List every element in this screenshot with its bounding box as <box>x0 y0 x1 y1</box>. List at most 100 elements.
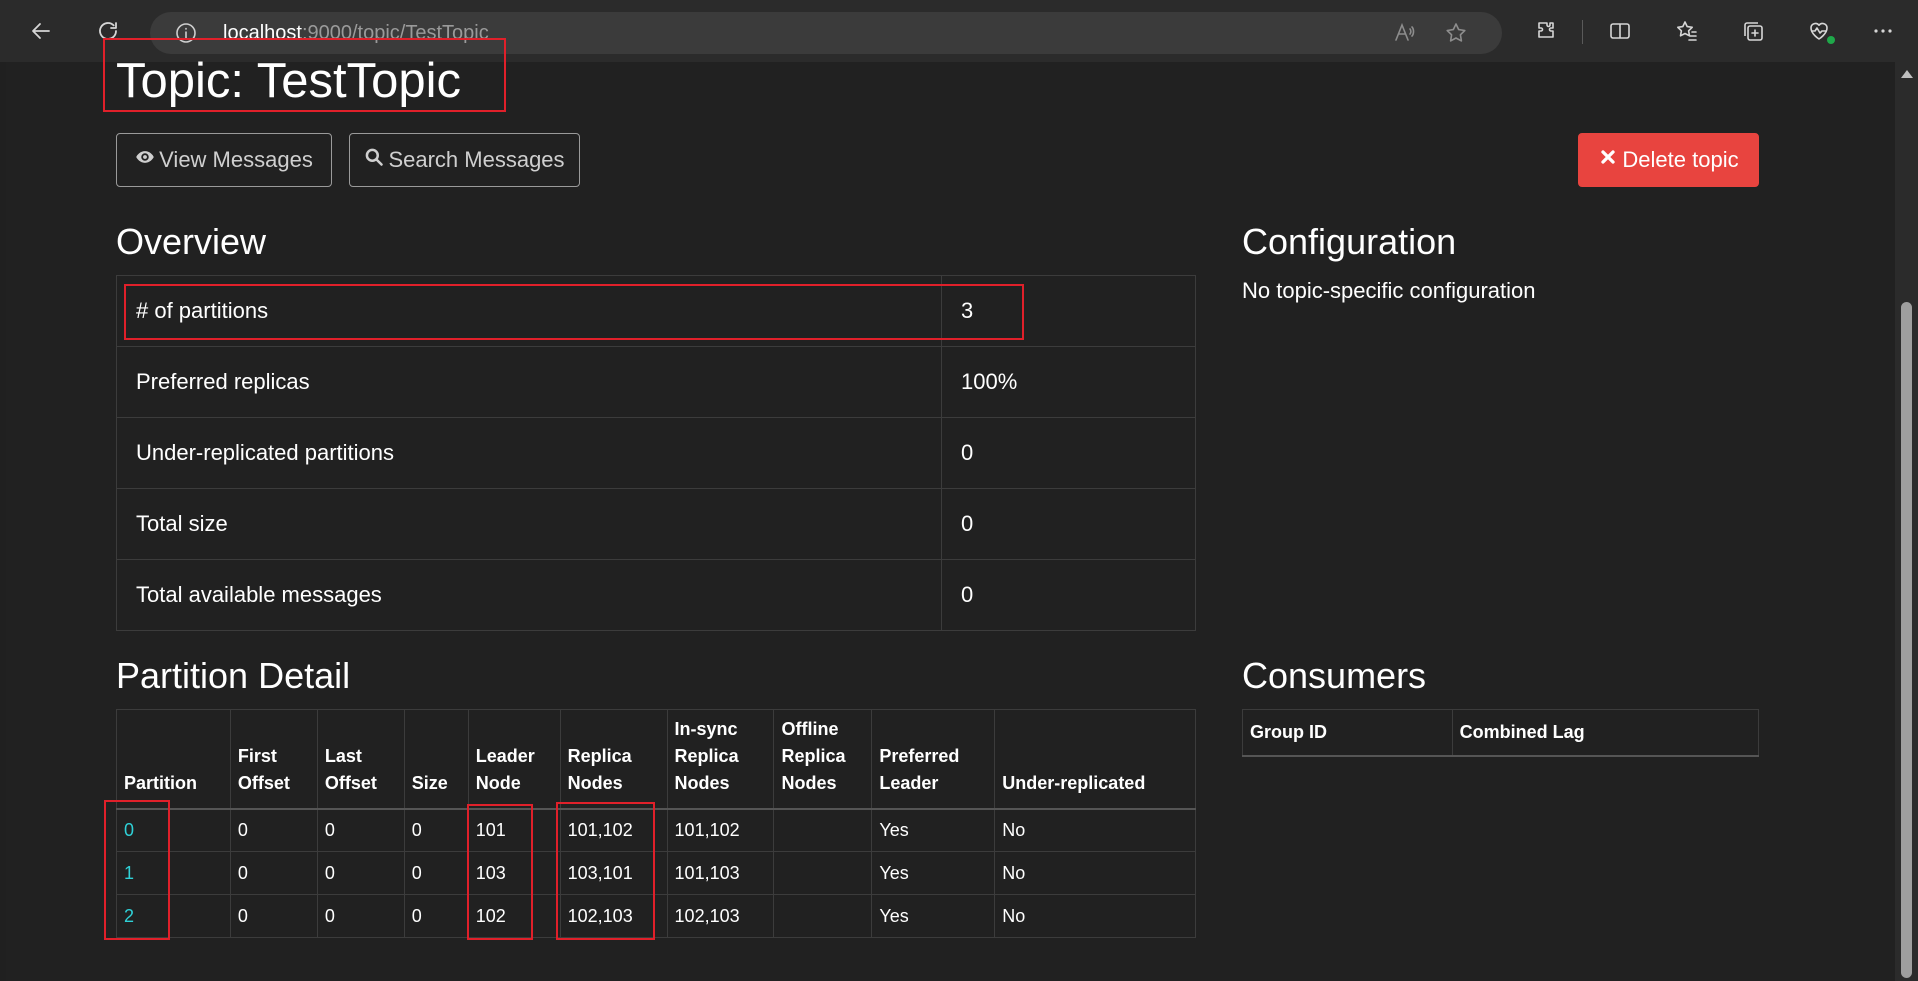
close-icon <box>1598 147 1618 173</box>
address-bar[interactable]: localhost:9000/topic/TestTopic <box>150 12 1502 54</box>
header-text: Offline <box>781 718 839 739</box>
header-text: First <box>237 745 277 766</box>
column-header-replica-nodes[interactable]: Replica Nodes <box>559 709 668 810</box>
browser-essentials-icon[interactable] <box>1800 12 1838 50</box>
header-text: Replica <box>567 745 632 766</box>
configuration-heading: Configuration <box>1242 221 1457 262</box>
scrollbar[interactable] <box>1895 62 1918 981</box>
header-text: Replica <box>674 745 739 766</box>
delete-topic-label: Delete topic <box>1622 147 1739 172</box>
overview-label: # of partitions <box>116 275 942 347</box>
header-text: Under-replicated <box>1002 772 1146 793</box>
replica-nodes-cell: 103,101 <box>559 851 668 895</box>
first-offset-cell: 0 <box>229 851 318 895</box>
info-icon[interactable] <box>174 21 198 45</box>
column-header-size[interactable]: Size <box>403 709 469 810</box>
scroll-thumb[interactable] <box>1901 302 1912 978</box>
header-text: Nodes <box>781 772 837 793</box>
favorite-star-icon[interactable] <box>1444 21 1468 45</box>
url-text[interactable]: localhost:9000/topic/TestTopic <box>223 22 489 45</box>
header-text: Size <box>411 772 448 793</box>
split-screen-icon[interactable] <box>1601 12 1639 50</box>
delete-topic-button[interactable]: Delete topic <box>1578 133 1759 187</box>
read-aloud-icon[interactable] <box>1392 21 1416 45</box>
partition-cell: 2 <box>116 894 231 938</box>
offline-replica-nodes-cell <box>773 894 873 938</box>
overview-value: 100% <box>941 346 1196 418</box>
consumers-header-row: Group ID Combined Lag <box>1242 709 1760 757</box>
consumers-table: Group ID Combined Lag <box>1242 709 1760 757</box>
last-offset-cell: 0 <box>316 894 405 938</box>
column-header-first-offset[interactable]: First Offset <box>229 709 318 810</box>
first-offset-cell: 0 <box>229 808 318 852</box>
leader-node-cell: 102 <box>467 894 561 938</box>
overview-label: Preferred replicas <box>116 346 942 418</box>
column-header-leader-node[interactable]: Leader Node <box>467 709 561 810</box>
table-row: 1 0 0 0 103 103,101 101,103 Yes No <box>116 851 1196 895</box>
partition-header-row: Partition First Offset Last Offset Size Le… <box>116 709 1196 810</box>
overview-label: Under-replicated partitions <box>116 417 942 489</box>
more-icon[interactable] <box>1864 12 1902 50</box>
partition-cell: 1 <box>116 851 231 895</box>
header-text: Nodes <box>674 772 730 793</box>
size-cell: 0 <box>403 894 469 938</box>
partition-link[interactable]: 2 <box>124 906 134 926</box>
refresh-icon[interactable] <box>89 12 127 50</box>
overview-row: Under-replicated partitions 0 <box>116 417 1196 489</box>
partition-link[interactable]: 1 <box>124 863 134 883</box>
preferred-leader-cell: Yes <box>871 894 996 938</box>
header-text: Leader <box>879 772 939 793</box>
column-header-in-sync-replica-nodes[interactable]: In-sync Replica Nodes <box>666 709 775 810</box>
last-offset-cell: 0 <box>316 808 405 852</box>
url-host: localhost <box>223 22 302 44</box>
column-header-group-id[interactable]: Group ID <box>1242 709 1453 757</box>
back-icon[interactable] <box>22 12 60 50</box>
partition-link[interactable]: 0 <box>124 820 134 840</box>
header-text: Leader <box>475 745 535 766</box>
overview-label: Total available messages <box>116 559 942 631</box>
extensions-icon[interactable] <box>1528 12 1566 50</box>
overview-value: 0 <box>941 488 1196 560</box>
partition-table: Partition First Offset Last Offset Size Le… <box>116 709 1196 938</box>
size-cell: 0 <box>403 808 469 852</box>
page-title: Topic: TestTopic <box>116 54 461 108</box>
favorites-icon[interactable] <box>1668 12 1706 50</box>
configuration-text: No topic-specific configuration <box>1242 278 1536 303</box>
column-header-partition[interactable]: Partition <box>116 709 231 810</box>
consumers-heading: Consumers <box>1242 655 1427 696</box>
overview-row: Total size 0 <box>116 488 1196 560</box>
column-header-last-offset[interactable]: Last Offset <box>316 709 405 810</box>
column-header-combined-lag[interactable]: Combined Lag <box>1451 709 1760 757</box>
column-header-offline-replica-nodes[interactable]: Offline Replica Nodes <box>773 709 873 810</box>
in-sync-replica-nodes-cell: 101,103 <box>666 851 775 895</box>
in-sync-replica-nodes-cell: 102,103 <box>666 894 775 938</box>
header-text: Node <box>475 772 521 793</box>
under-replicated-cell: No <box>994 894 1196 938</box>
preferred-leader-cell: Yes <box>871 808 996 852</box>
offline-replica-nodes-cell <box>773 808 873 852</box>
header-text: Partition <box>124 772 198 793</box>
table-row: 2 0 0 0 102 102,103 102,103 Yes No <box>116 894 1196 938</box>
overview-value: 3 <box>941 275 1196 347</box>
overview-value: 0 <box>941 559 1196 631</box>
in-sync-replica-nodes-cell: 101,102 <box>666 808 775 852</box>
search-messages-button[interactable]: Search Messages <box>349 133 580 187</box>
first-offset-cell: 0 <box>229 894 318 938</box>
header-text: Nodes <box>567 772 623 793</box>
collections-icon[interactable] <box>1734 12 1772 50</box>
size-cell: 0 <box>403 851 469 895</box>
status-dot <box>1827 36 1835 44</box>
header-text: Offset <box>237 772 290 793</box>
scroll-up-arrow[interactable] <box>1901 70 1913 78</box>
last-offset-cell: 0 <box>316 851 405 895</box>
column-header-preferred-leader[interactable]: Preferred Leader <box>871 709 996 810</box>
overview-table: # of partitions 3 Preferred replicas 100… <box>116 275 1196 631</box>
replica-nodes-cell: 102,103 <box>559 894 668 938</box>
preferred-leader-cell: Yes <box>871 851 996 895</box>
url-path: :9000/topic/TestTopic <box>301 22 489 44</box>
view-messages-label: View Messages <box>159 147 313 172</box>
overview-value: 0 <box>941 417 1196 489</box>
search-messages-label: Search Messages <box>388 147 565 172</box>
column-header-under-replicated[interactable]: Under-replicated <box>994 709 1196 810</box>
view-messages-button[interactable]: View Messages <box>116 133 332 187</box>
